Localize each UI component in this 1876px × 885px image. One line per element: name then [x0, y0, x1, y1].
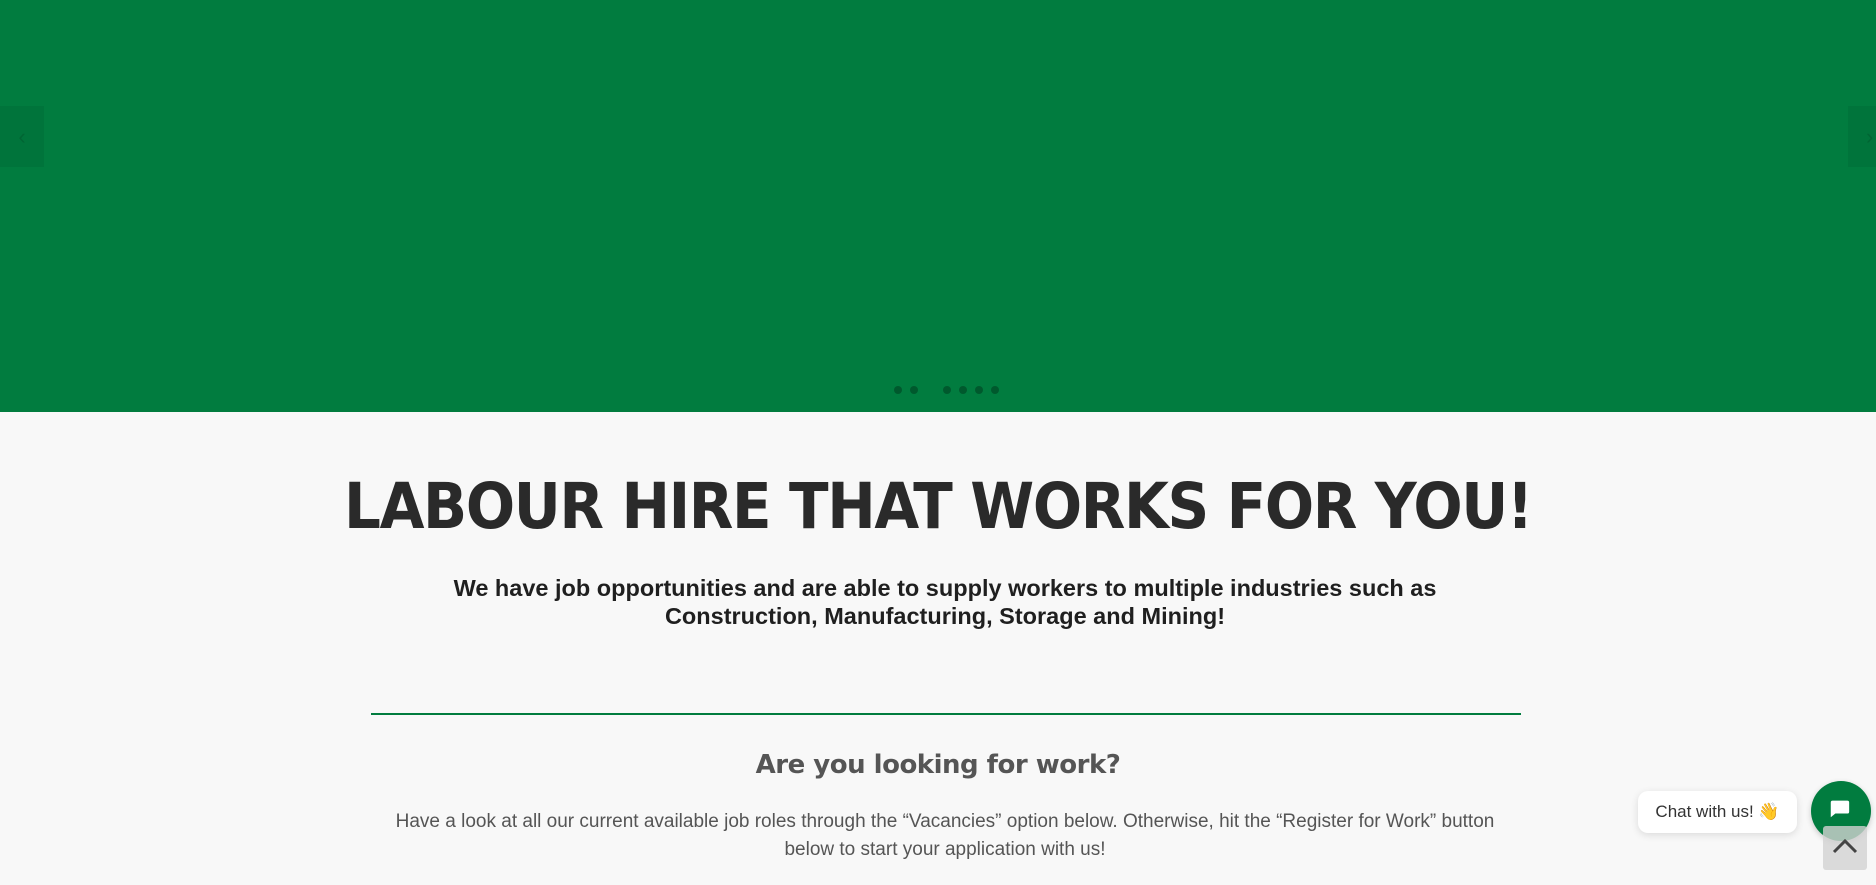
- chevron-left-icon: ‹: [18, 123, 26, 149]
- slider-dot[interactable]: [959, 386, 967, 394]
- section-divider: [371, 713, 1521, 715]
- scroll-to-top-button[interactable]: [1823, 826, 1867, 870]
- slider-dot[interactable]: [894, 386, 902, 394]
- slider-dot[interactable]: [943, 386, 951, 394]
- chevron-up-icon: [1831, 836, 1859, 861]
- section-title: Are you looking for work?: [755, 750, 1121, 780]
- page-subheading: We have job opportunities and are able t…: [453, 575, 1437, 629]
- slider-next-button[interactable]: ›: [1848, 106, 1876, 167]
- hero-slider: ‹ ›: [0, 0, 1876, 412]
- chat-greeting-bubble[interactable]: Chat with us! 👋: [1638, 791, 1797, 833]
- slider-prev-button[interactable]: ‹: [0, 106, 44, 167]
- slider-dot[interactable]: [910, 386, 918, 394]
- page-heading: LABOUR HIRE THAT WORKS FOR YOU!: [344, 470, 1533, 543]
- section-text: Have a look at all our current available…: [395, 811, 1495, 860]
- slider-pagination: [0, 386, 1876, 396]
- slider-dot[interactable]: [991, 386, 999, 394]
- chevron-right-icon: ›: [1866, 123, 1874, 149]
- chat-greeting-label: Chat with us! 👋: [1655, 802, 1780, 821]
- slider-dot[interactable]: [975, 386, 983, 394]
- main-content: LABOUR HIRE THAT WORKS FOR YOU! We have …: [0, 412, 1876, 885]
- chat-icon: [1829, 797, 1853, 826]
